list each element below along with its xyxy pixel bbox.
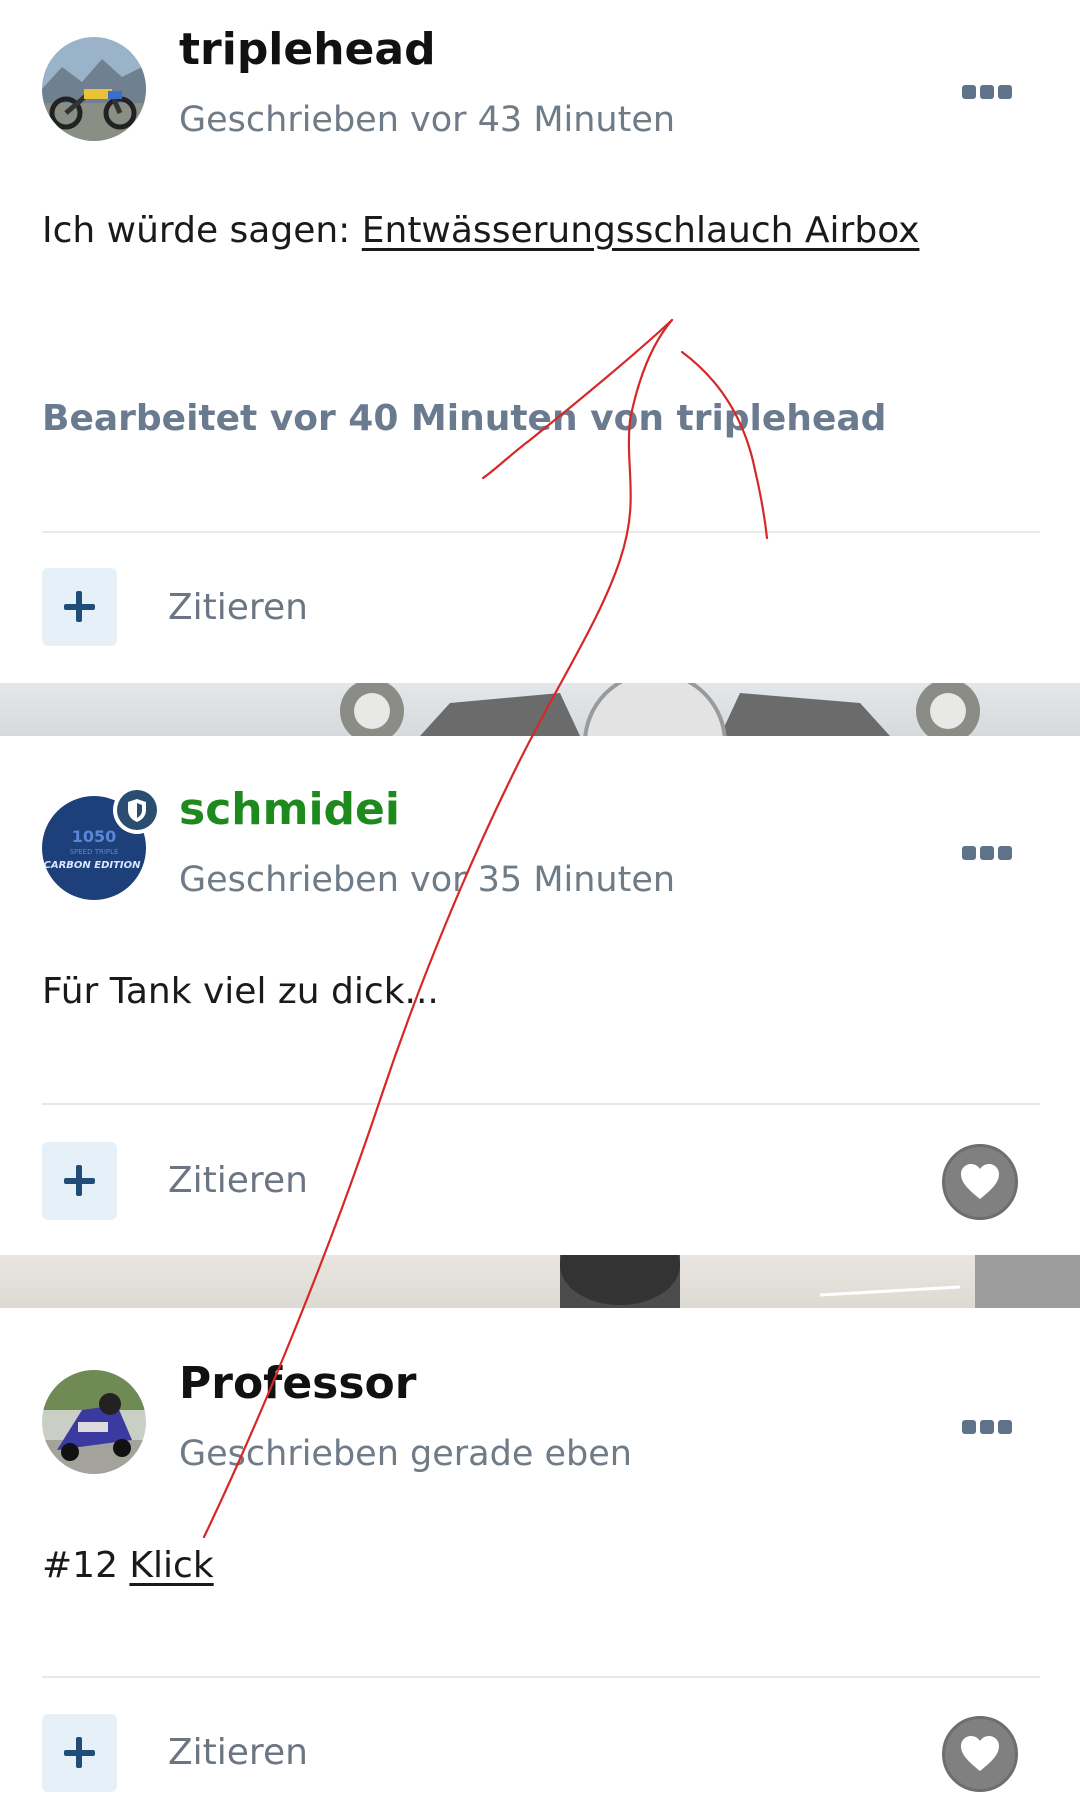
plus-icon[interactable] bbox=[42, 568, 117, 646]
author-name[interactable]: schmidei bbox=[179, 784, 400, 835]
plus-icon[interactable] bbox=[42, 1142, 117, 1220]
post-content: Für Tank viel zu dick... bbox=[42, 971, 439, 1012]
quote-button[interactable]: Zitieren bbox=[168, 1732, 308, 1773]
ellipsis-icon[interactable] bbox=[962, 1420, 1012, 1436]
post-professor: Professor Geschrieben gerade eben #12 Kl… bbox=[0, 1308, 1080, 1810]
author-name[interactable]: Professor bbox=[179, 1358, 416, 1409]
background-image-band bbox=[0, 683, 1080, 736]
post-timestamp[interactable]: Geschrieben vor 35 Minuten bbox=[179, 860, 675, 900]
motorcycle-avatar-image bbox=[42, 37, 146, 141]
edited-note: Bearbeitet vor 40 Minuten von triplehead bbox=[42, 398, 887, 439]
ellipsis-icon[interactable] bbox=[962, 85, 1012, 101]
divider bbox=[42, 1676, 1040, 1678]
avatar-text-1050: 1050 bbox=[72, 827, 117, 846]
content-link[interactable]: Klick bbox=[129, 1545, 213, 1586]
heart-icon[interactable] bbox=[942, 1144, 1018, 1220]
post-schmidei: 1050 SPEED TRIPLE CARBON EDITION schmide… bbox=[0, 736, 1080, 1255]
post-content: Ich würde sagen: Entwässerungsschlauch A… bbox=[42, 210, 919, 251]
quote-button[interactable]: Zitieren bbox=[168, 1160, 308, 1201]
rider-avatar-image bbox=[42, 1370, 146, 1474]
ellipsis-icon[interactable] bbox=[962, 846, 1012, 862]
post-triplehead: triplehead Geschrieben vor 43 Minuten Ic… bbox=[0, 0, 1080, 683]
background-image-band bbox=[0, 1255, 1080, 1308]
heart-icon[interactable] bbox=[942, 1716, 1018, 1792]
quote-button[interactable]: Zitieren bbox=[168, 587, 308, 628]
content-link[interactable]: Entwässerungsschlauch Airbox bbox=[362, 210, 920, 251]
content-text: Ich würde sagen: bbox=[42, 210, 362, 251]
avatar-triplehead[interactable] bbox=[42, 37, 146, 141]
plus-icon[interactable] bbox=[42, 1714, 117, 1792]
post-timestamp[interactable]: Geschrieben gerade eben bbox=[179, 1434, 632, 1474]
content-text: #12 bbox=[42, 1545, 130, 1586]
avatar-text-carbon: CARBON EDITION bbox=[43, 860, 141, 871]
avatar-professor[interactable] bbox=[42, 1370, 146, 1474]
divider bbox=[42, 531, 1040, 533]
post-timestamp[interactable]: Geschrieben vor 43 Minuten bbox=[179, 100, 675, 140]
author-name[interactable]: triplehead bbox=[179, 24, 436, 75]
avatar-text-speed-triple: SPEED TRIPLE bbox=[70, 848, 119, 856]
post-content: #12 Klick bbox=[42, 1545, 214, 1586]
moderator-shield-icon bbox=[113, 786, 161, 834]
divider bbox=[42, 1103, 1040, 1105]
